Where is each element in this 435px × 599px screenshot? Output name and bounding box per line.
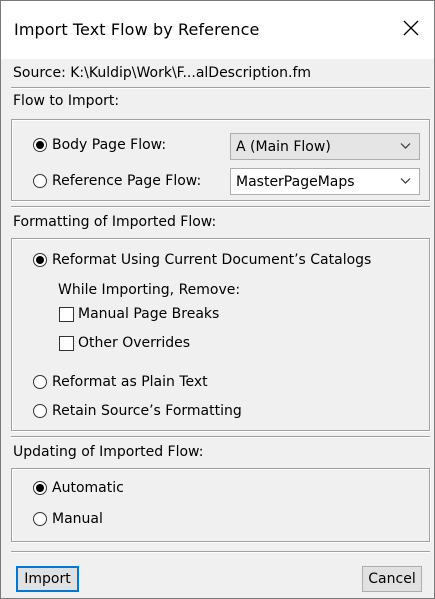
chevron-down-icon: [400, 143, 411, 149]
reference-page-flow-select[interactable]: MasterPageMaps: [230, 168, 420, 195]
cancel-button[interactable]: Cancel: [362, 566, 422, 592]
checkbox-box: [59, 335, 74, 351]
separator: [11, 436, 430, 438]
while-importing-label: While Importing, Remove:: [58, 282, 241, 298]
retain-source-label: Retain Source’s Formatting: [52, 403, 242, 419]
reference-page-flow-radio[interactable]: Reference Page Flow:: [33, 173, 201, 189]
radio-indicator: [33, 253, 47, 267]
formatting-heading: Formatting of Imported Flow:: [13, 214, 217, 230]
plain-text-radio[interactable]: Reformat as Plain Text: [33, 374, 208, 390]
automatic-radio[interactable]: Automatic: [33, 480, 124, 496]
import-button[interactable]: Import: [16, 566, 79, 592]
body-page-flow-value: A (Main Flow): [236, 138, 331, 155]
close-button[interactable]: [388, 1, 434, 59]
reference-page-flow-value: MasterPageMaps: [236, 173, 355, 190]
checkbox-box: [59, 306, 74, 322]
manual-page-breaks-checkbox[interactable]: Manual Page Breaks: [59, 306, 219, 322]
radio-indicator: [33, 404, 47, 418]
reformat-catalogs-radio[interactable]: Reformat Using Current Document’s Catalo…: [33, 252, 371, 268]
other-overrides-checkbox[interactable]: Other Overrides: [59, 335, 190, 351]
import-text-flow-dialog: Import Text Flow by Reference Source: K:…: [0, 0, 435, 599]
radio-indicator: [33, 375, 47, 389]
close-icon: [403, 20, 419, 40]
reference-page-flow-label: Reference Page Flow:: [52, 173, 202, 189]
automatic-label: Automatic: [52, 480, 124, 496]
radio-indicator: [33, 138, 47, 152]
reformat-catalogs-label: Reformat Using Current Document’s Catalo…: [52, 252, 372, 268]
updating-heading: Updating of Imported Flow:: [13, 444, 204, 460]
manual-page-breaks-label: Manual Page Breaks: [78, 306, 220, 322]
plain-text-label: Reformat as Plain Text: [52, 374, 208, 390]
radio-indicator: [33, 481, 47, 495]
title-bar: Import Text Flow by Reference: [1, 1, 434, 59]
separator: [11, 551, 430, 553]
manual-radio[interactable]: Manual: [33, 511, 103, 527]
body-page-flow-radio[interactable]: Body Page Flow:: [33, 137, 166, 153]
body-page-flow-label: Body Page Flow:: [52, 137, 167, 153]
retain-source-radio[interactable]: Retain Source’s Formatting: [33, 403, 242, 419]
radio-indicator: [33, 512, 47, 526]
flow-to-import-heading: Flow to Import:: [13, 93, 120, 109]
manual-label: Manual: [52, 511, 103, 527]
separator: [11, 206, 430, 208]
source-path-label: Source: K:\Kuldip\Work\F...alDescription…: [13, 65, 312, 81]
body-page-flow-select[interactable]: A (Main Flow): [230, 133, 420, 160]
radio-indicator: [33, 174, 47, 188]
separator: [11, 87, 430, 89]
chevron-down-icon: [400, 178, 411, 184]
other-overrides-label: Other Overrides: [78, 335, 191, 351]
dialog-title: Import Text Flow by Reference: [14, 20, 260, 39]
